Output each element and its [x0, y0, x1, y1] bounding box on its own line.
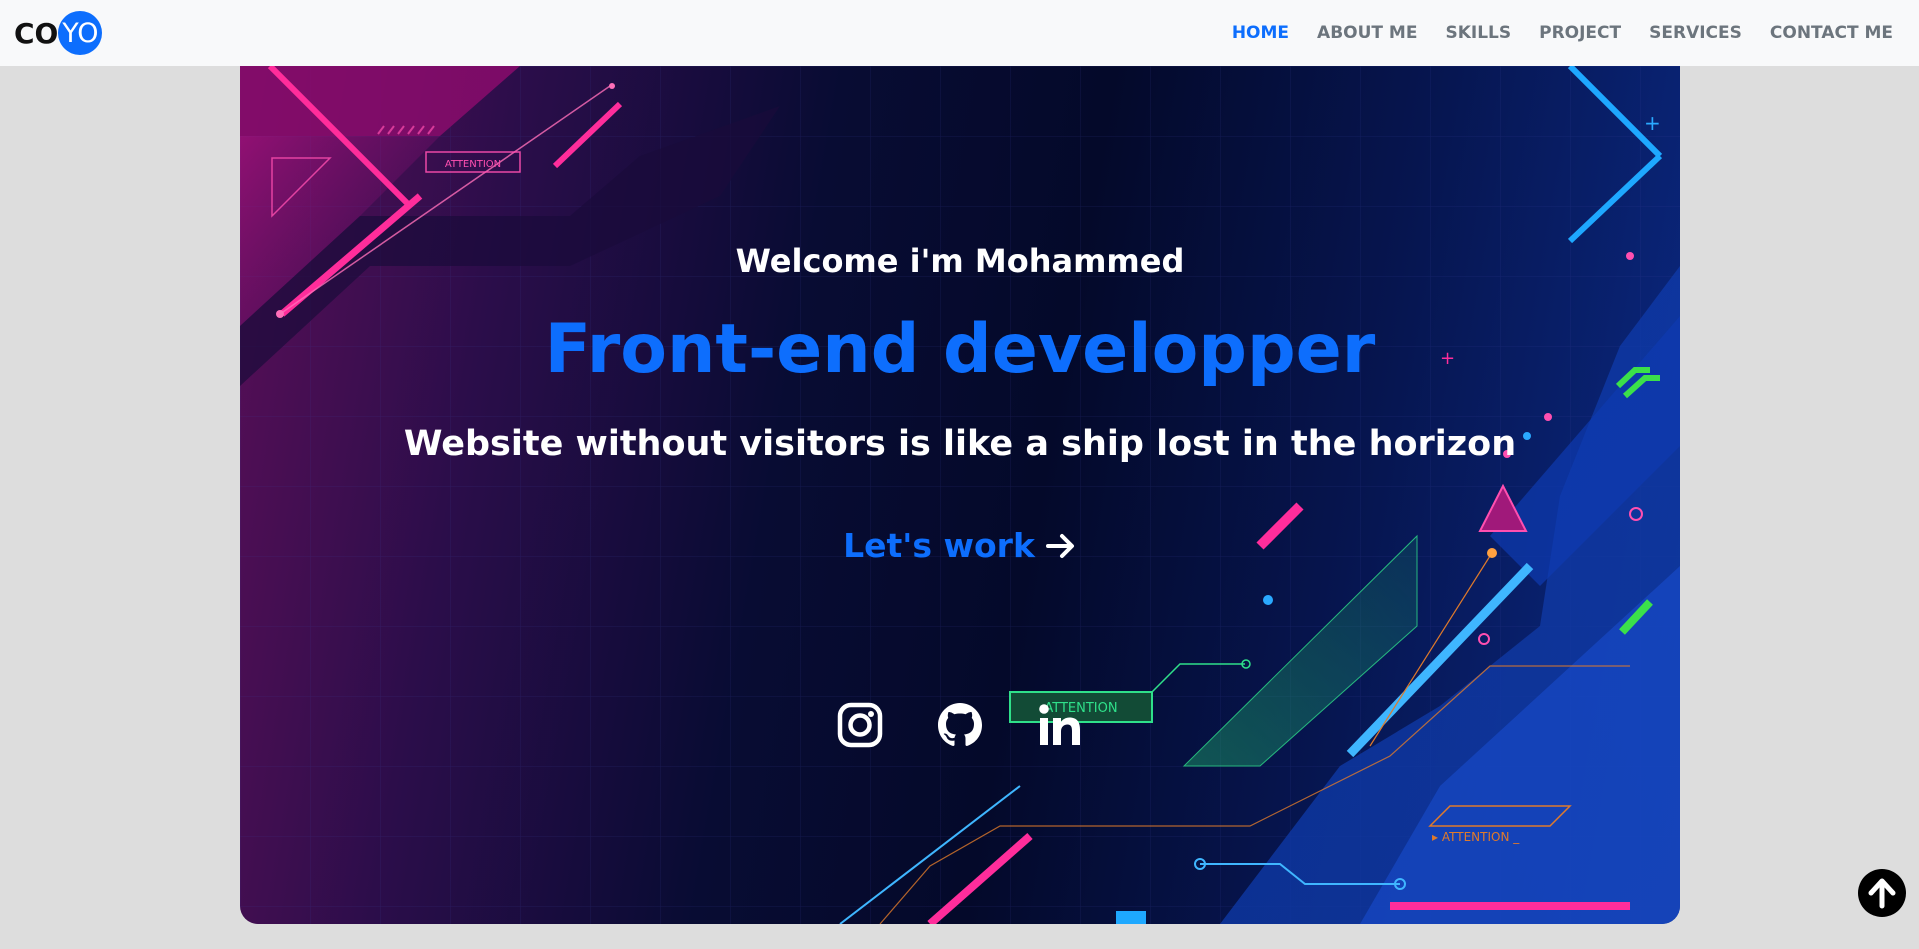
- nav-project[interactable]: PROJECT: [1539, 23, 1621, 43]
- linkedin-icon[interactable]: [1037, 702, 1083, 748]
- nav-contact-me[interactable]: CONTACT ME: [1770, 23, 1893, 43]
- nav-links: HOME ABOUT ME SKILLS PROJECT SERVICES CO…: [1232, 23, 1893, 43]
- logo-text-co: CO: [14, 16, 59, 50]
- hero-tagline: Website without visitors is like a ship …: [403, 424, 1517, 464]
- navbar: CO YO HOME ABOUT ME SKILLS PROJECT SERVI…: [0, 0, 1919, 66]
- hero-background: ATTENTION ATTENTION ▸ ATTENTION _ + +: [240, 66, 1680, 924]
- social-links: [240, 702, 1680, 748]
- nav-skills[interactable]: SKILLS: [1445, 23, 1511, 43]
- svg-text:+: +: [1644, 111, 1661, 135]
- nav-about-me[interactable]: ABOUT ME: [1317, 23, 1417, 43]
- lets-work-button[interactable]: Let's work: [240, 526, 1680, 565]
- arrow-up-icon: [1868, 878, 1896, 909]
- instagram-icon[interactable]: [837, 702, 883, 748]
- logo-text-yo: YO: [58, 11, 103, 55]
- nav-services[interactable]: SERVICES: [1649, 23, 1742, 43]
- scroll-to-top-button[interactable]: [1858, 869, 1906, 917]
- hero-section: ATTENTION ATTENTION ▸ ATTENTION _ + + We…: [240, 66, 1680, 924]
- hero-welcome: Welcome i'm Mohammed: [735, 242, 1185, 280]
- decor-attention-1: ATTENTION: [445, 159, 501, 170]
- decor-attention-3: ▸ ATTENTION _: [1432, 830, 1520, 844]
- lets-work-label: Let's work: [843, 526, 1035, 565]
- arrow-right-icon: [1045, 533, 1074, 558]
- github-icon[interactable]: [937, 702, 983, 748]
- hero-role-title: Front-end developper: [544, 310, 1376, 389]
- logo[interactable]: CO YO: [14, 11, 103, 55]
- nav-home[interactable]: HOME: [1232, 23, 1289, 43]
